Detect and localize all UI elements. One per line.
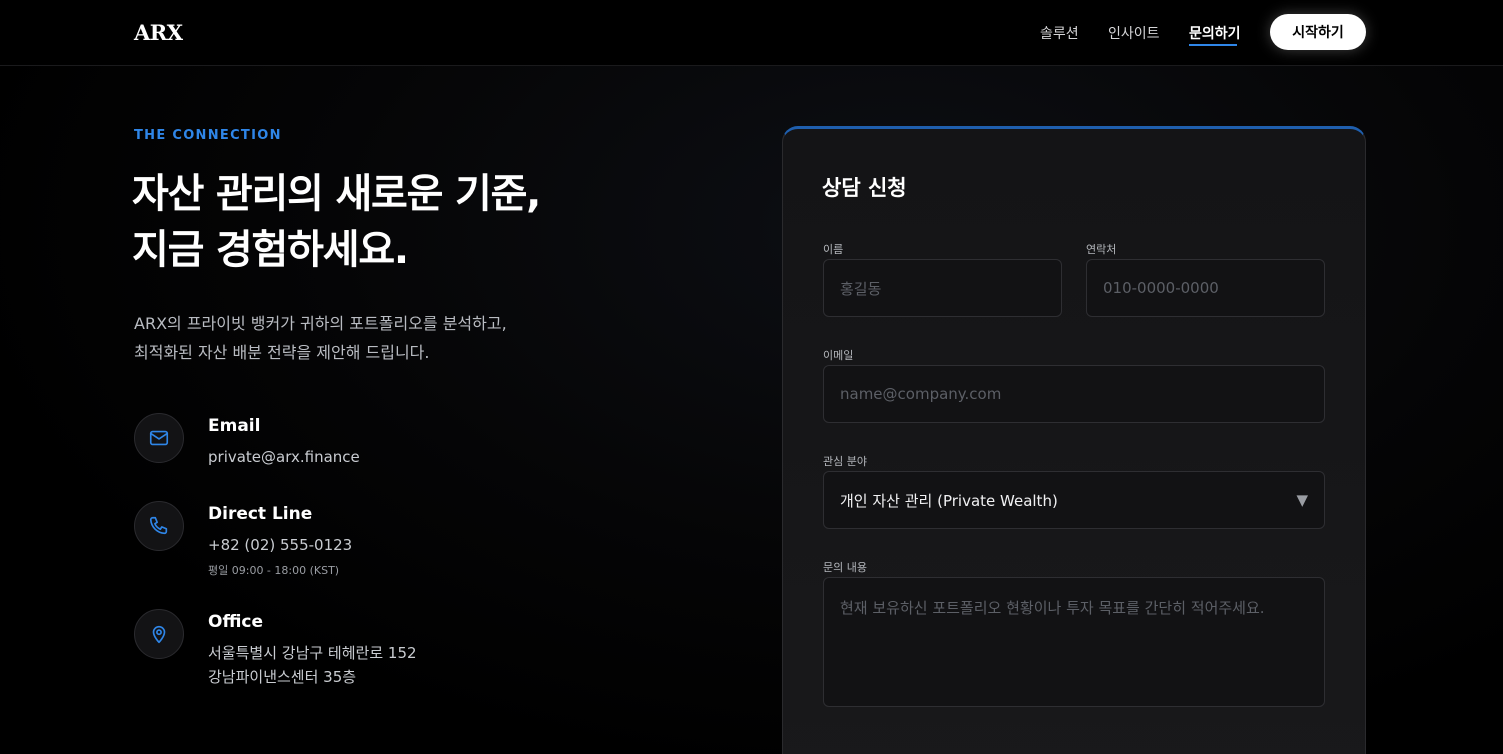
contact-email-value[interactable]: private@arx.finance (208, 445, 360, 469)
interest-select[interactable]: 개인 자산 관리 (Private Wealth) ▼ (823, 471, 1325, 529)
hero-description: ARX의 프라이빗 뱅커가 귀하의 포트폴리오를 분석하고, 최적화된 자산 배… (134, 309, 507, 367)
interest-label: 관심 분야 (823, 455, 867, 468)
office-address-line-2: 강남파이낸스센터 35층 (208, 668, 357, 686)
nav-solutions[interactable]: 솔루션 (1040, 23, 1079, 43)
get-started-button[interactable]: 시작하기 (1270, 14, 1366, 50)
description-line-2: 최적화된 자산 배분 전략을 제안해 드립니다. (134, 343, 430, 362)
email-label: 이메일 (823, 349, 854, 362)
top-nav-bar: ARX 솔루션 인사이트 문의하기 시작하기 (0, 0, 1503, 66)
page: ARX 솔루션 인사이트 문의하기 시작하기 THE CONNECTION 자산… (0, 0, 1503, 754)
arx-logo[interactable]: ARX (134, 20, 183, 45)
hero-headline: 자산 관리의 새로운 기준, 지금 경험하세요. (132, 166, 541, 278)
nav-insights[interactable]: 인사이트 (1108, 23, 1160, 43)
headline-line-2: 지금 경험하세요. (132, 227, 409, 273)
form-title: 상담 신청 (822, 176, 907, 200)
nav-contact[interactable]: 문의하기 (1189, 23, 1241, 43)
name-input[interactable]: 홍길동 (823, 259, 1062, 317)
mail-icon (134, 413, 184, 463)
message-textarea[interactable]: 현재 보유하신 포트폴리오 현황이나 투자 목표를 간단히 적어주세요. (823, 577, 1325, 707)
phone-label: 연락처 (1086, 243, 1117, 256)
contact-phone-title: Direct Line (208, 504, 313, 524)
headline-line-1: 자산 관리의 새로운 기준, (132, 171, 541, 217)
email-input[interactable]: name@company.com (823, 365, 1325, 423)
name-label: 이름 (823, 243, 844, 256)
phone-icon (134, 501, 184, 551)
office-address-line-1: 서울특별시 강남구 테헤란로 152 (208, 644, 417, 662)
contact-office-address: 서울특별시 강남구 테헤란로 152 강남파이낸스센터 35층 (208, 641, 417, 689)
contact-phone-value[interactable]: +82 (02) 555-0123 (208, 533, 352, 557)
location-pin-icon (134, 609, 184, 659)
interest-selected-value: 개인 자산 관리 (Private Wealth) (840, 491, 1058, 510)
description-line-1: ARX의 프라이빗 뱅커가 귀하의 포트폴리오를 분석하고, (134, 314, 507, 333)
section-eyebrow: THE CONNECTION (134, 128, 282, 143)
dropdown-caret-icon: ▼ (1296, 491, 1308, 509)
contact-email-title: Email (208, 416, 261, 436)
contact-office-title: Office (208, 612, 264, 632)
message-label: 문의 내용 (823, 561, 867, 574)
contact-phone-hours: 평일 09:00 - 18:00 (KST) (208, 564, 340, 577)
active-nav-indicator (1189, 44, 1237, 46)
phone-input[interactable]: 010-0000-0000 (1086, 259, 1325, 317)
